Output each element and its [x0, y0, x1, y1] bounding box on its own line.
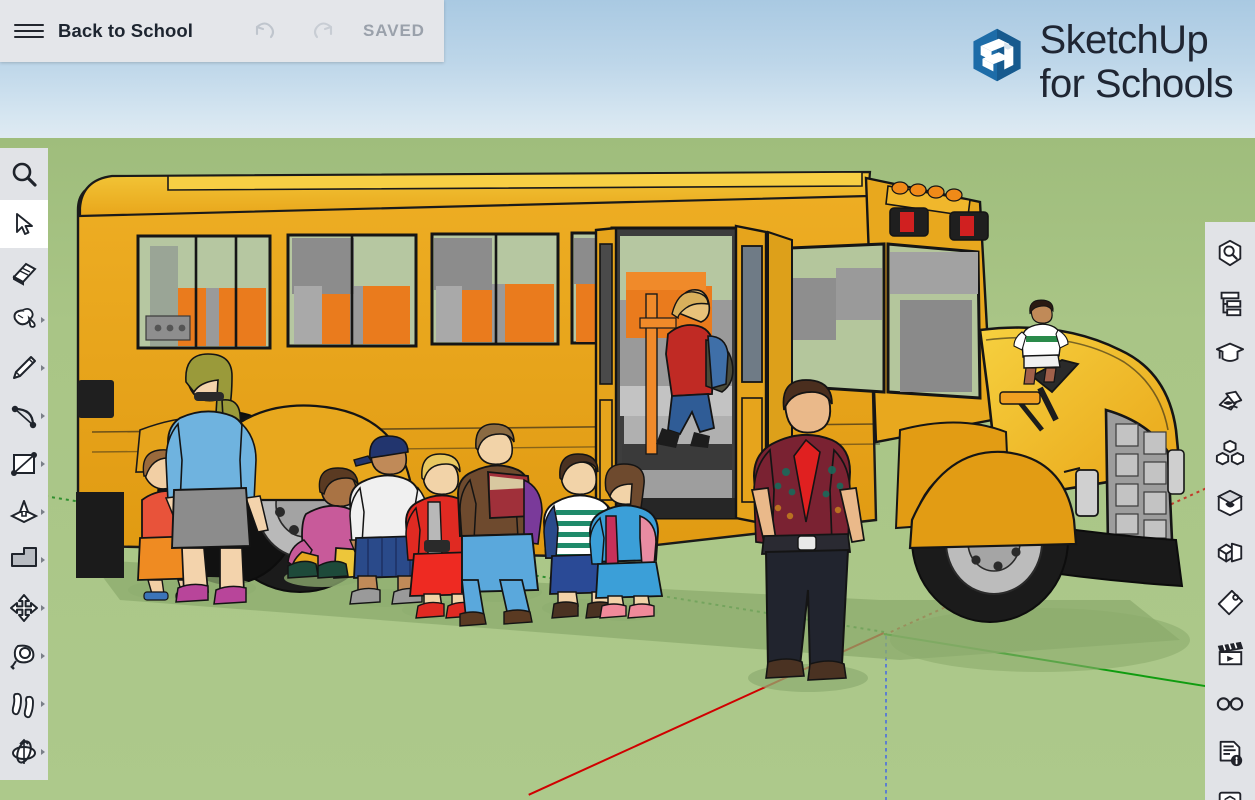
right-panel-toolbar: [1205, 222, 1255, 800]
sketchup-for-schools-app: Back to School SAVED SketchUp for School…: [0, 0, 1255, 800]
document-title[interactable]: Back to School: [58, 20, 193, 42]
brand-line-1: SketchUp: [1039, 18, 1209, 62]
flyout-arrow-icon: [41, 461, 45, 467]
menu-bar-2: [14, 29, 44, 33]
left-toolbar: [0, 148, 48, 780]
film-clapper-icon: [1217, 641, 1244, 666]
two-cubes-icon: [1217, 542, 1243, 563]
eraser-icon: [12, 262, 37, 286]
undo-button[interactable]: [239, 0, 291, 62]
flyout-arrow-icon: [41, 749, 45, 755]
offset-icon: [11, 547, 37, 567]
tool-line[interactable]: [0, 344, 48, 392]
tool-orbit[interactable]: [0, 728, 48, 776]
brand-text: SketchUp for Schools: [1040, 20, 1234, 104]
menu-bar-1: [14, 23, 44, 27]
model-info-icon: [1219, 740, 1243, 767]
flyout-arrow-icon: [41, 557, 45, 563]
flyout-arrow-icon: [41, 701, 45, 707]
tape-measure-icon: [10, 644, 35, 670]
figure-running-hood: [1013, 299, 1069, 385]
redo-icon: [314, 22, 333, 39]
walk-footprints-icon: [11, 692, 34, 719]
brand-line-2: for Schools: [1039, 62, 1234, 106]
tool-eraser[interactable]: [0, 248, 48, 296]
move-arrows-icon: [10, 594, 38, 622]
panel-materials[interactable]: [1205, 478, 1255, 528]
tag-icon: [1217, 589, 1244, 616]
tool-select[interactable]: [0, 200, 48, 248]
panel-model-info[interactable]: [1205, 728, 1255, 778]
push-pull-icon: [9, 500, 39, 524]
panel-learn[interactable]: [1205, 328, 1255, 378]
cursor-arrow-icon: [16, 213, 33, 235]
tool-list: [0, 200, 48, 780]
flyout-arrow-icon: [41, 509, 45, 515]
panel-display[interactable]: [1205, 678, 1255, 728]
undo-icon: [255, 22, 275, 39]
model-viewport[interactable]: [0, 0, 1255, 800]
cube-search-icon: [1218, 239, 1242, 267]
materials-cube-icon: [1216, 489, 1244, 517]
panel-scenes[interactable]: [1205, 628, 1255, 678]
pencil-icon: [13, 356, 36, 379]
tool-paint[interactable]: [0, 296, 48, 344]
panel-entity-info[interactable]: [1205, 528, 1255, 578]
app-header: Back to School SAVED: [0, 0, 444, 62]
rectangle-icon: [11, 452, 37, 476]
component-cubes-icon: [1215, 439, 1245, 466]
save-status-label: SAVED: [363, 21, 425, 40]
menu-bar-3: [14, 35, 44, 39]
tool-walk[interactable]: [0, 680, 48, 728]
flyout-arrow-icon: [41, 653, 45, 659]
tool-tape-measure[interactable]: [0, 632, 48, 680]
panel-components[interactable]: [1205, 428, 1255, 478]
search-icon: [12, 162, 37, 187]
outliner-list-icon: [1220, 291, 1242, 317]
flyout-arrow-icon: [41, 365, 45, 371]
people-group[interactable]: [0, 0, 1255, 800]
glasses-icon: [1216, 697, 1244, 711]
export-box-icon: [1218, 791, 1242, 800]
flyout-arrow-icon: [41, 413, 45, 419]
figure-man-maroon-shirt: [750, 379, 865, 681]
tool-push-pull[interactable]: [0, 488, 48, 536]
sketchup-cube-logo-icon: [972, 28, 1021, 82]
panel-import-export[interactable]: [1205, 778, 1255, 800]
panel-styles[interactable]: [1205, 378, 1255, 428]
flyout-arrow-icon: [41, 605, 45, 611]
search-tool-button[interactable]: [0, 148, 48, 200]
panel-tags[interactable]: [1205, 578, 1255, 628]
styles-papers-icon: [1218, 390, 1243, 411]
tool-offset[interactable]: [0, 536, 48, 584]
sketchup-brand-logo: SketchUp for Schools: [968, 20, 1234, 104]
orbit-icon: [12, 738, 36, 764]
redo-button[interactable]: [297, 0, 349, 62]
tool-arc[interactable]: [0, 392, 48, 440]
panel-3d-warehouse[interactable]: [1205, 228, 1255, 278]
flyout-arrow-icon: [41, 317, 45, 323]
tool-move[interactable]: [0, 584, 48, 632]
graduation-cap-icon: [1215, 342, 1245, 362]
arc-icon: [11, 405, 37, 429]
paint-bucket-icon: [13, 307, 36, 328]
tool-rectangle[interactable]: [0, 440, 48, 488]
hamburger-menu-icon[interactable]: [0, 0, 58, 62]
figure-girl-blue-dress: [589, 463, 664, 619]
panel-outliner[interactable]: [1205, 278, 1255, 328]
